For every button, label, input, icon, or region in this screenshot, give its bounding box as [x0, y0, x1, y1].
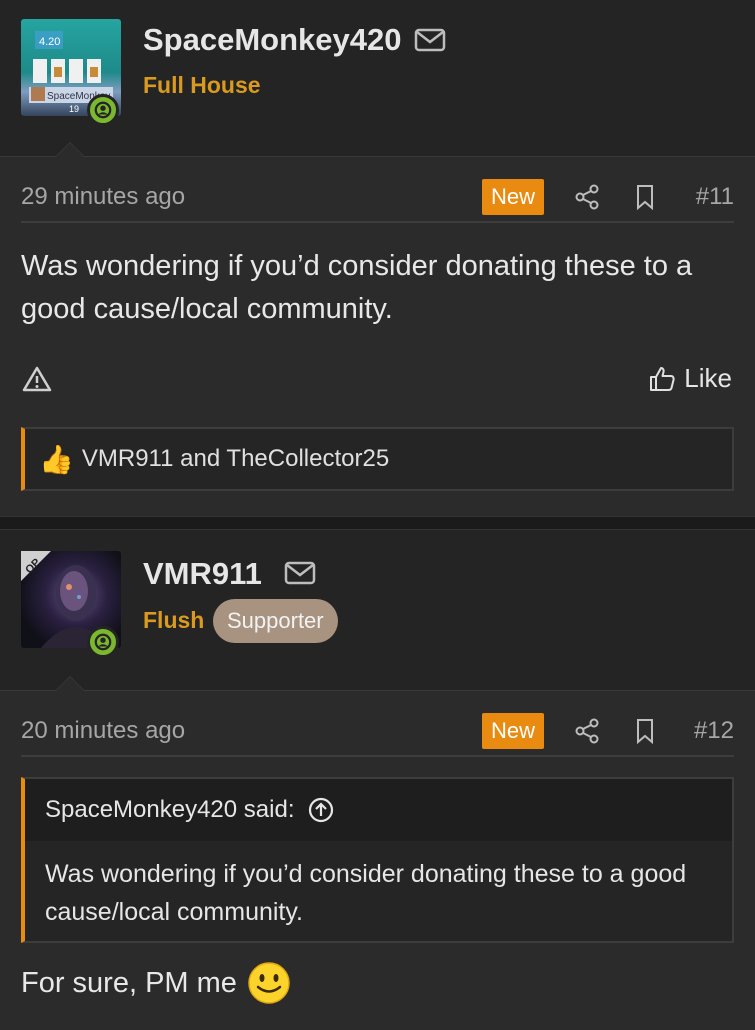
quote-header[interactable]: SpaceMonkey420 said:	[25, 779, 732, 841]
post-11: 4.20 SpaceMonkey 19 SpaceMonkey420 Full …	[0, 0, 755, 516]
share-icon[interactable]	[574, 718, 600, 744]
mail-icon[interactable]	[284, 561, 316, 585]
user-rank: Flush	[143, 607, 205, 633]
post-number[interactable]: #11	[696, 183, 734, 211]
new-badge: New	[482, 179, 545, 215]
svg-text:4.20: 4.20	[39, 36, 60, 48]
like-label: Like	[684, 363, 732, 393]
quote-block: SpaceMonkey420 said: Was wondering if yo…	[21, 777, 734, 943]
share-icon[interactable]	[574, 184, 600, 210]
reactions-text[interactable]: VMR911 and TheCollector25	[82, 445, 389, 473]
avatar[interactable]: 4.20 SpaceMonkey 19	[21, 19, 121, 126]
post-meta: 29 minutes ago New #11	[21, 179, 734, 223]
post-12: OP VMR911 Flush Supporter 20 minutes ago…	[0, 530, 755, 1030]
reply-text: For sure, PM me	[21, 966, 237, 999]
username[interactable]: SpaceMonkey420	[143, 22, 401, 58]
supporter-badge: Supporter	[213, 599, 338, 643]
quote-author[interactable]: SpaceMonkey420 said:	[45, 796, 295, 824]
new-badge: New	[482, 713, 545, 749]
mail-icon[interactable]	[414, 28, 446, 52]
thumbs-up-icon: 👍	[39, 443, 74, 475]
timestamp[interactable]: 20 minutes ago	[21, 717, 185, 745]
report-icon[interactable]	[22, 365, 52, 393]
post-text: Was wondering if you’d consider donating…	[21, 250, 693, 325]
like-button[interactable]: Like	[648, 363, 732, 394]
user-header: 4.20 SpaceMonkey 19 SpaceMonkey420 Full …	[0, 0, 755, 156]
thumbs-up-icon	[650, 366, 675, 391]
user-header: OP VMR911 Flush Supporter	[0, 530, 755, 690]
online-status-icon	[87, 94, 119, 126]
post-body: 29 minutes ago New #11 Was wondering if …	[0, 142, 755, 516]
bookmark-icon[interactable]	[632, 718, 658, 744]
post-text: For sure, PM me	[21, 961, 291, 1005]
user-rank: Full House	[143, 72, 261, 98]
username[interactable]: VMR911	[143, 556, 262, 592]
quote-arrow-up-icon[interactable]	[307, 796, 335, 824]
post-body: 20 minutes ago New #12 SpaceMonkey420 sa…	[0, 676, 755, 1030]
smiley-icon	[248, 962, 290, 1004]
timestamp[interactable]: 29 minutes ago	[21, 183, 185, 211]
post-number[interactable]: #12	[694, 717, 734, 745]
reactions-bar[interactable]: 👍 VMR911 and TheCollector25	[21, 427, 734, 491]
svg-text:19: 19	[69, 104, 79, 114]
avatar[interactable]: OP	[21, 551, 121, 658]
quote-text: Was wondering if you’d consider donating…	[45, 860, 687, 926]
post-meta: 20 minutes ago New #12	[21, 713, 734, 757]
online-status-icon	[87, 626, 119, 658]
post-separator	[0, 516, 755, 530]
bookmark-icon[interactable]	[632, 184, 658, 210]
